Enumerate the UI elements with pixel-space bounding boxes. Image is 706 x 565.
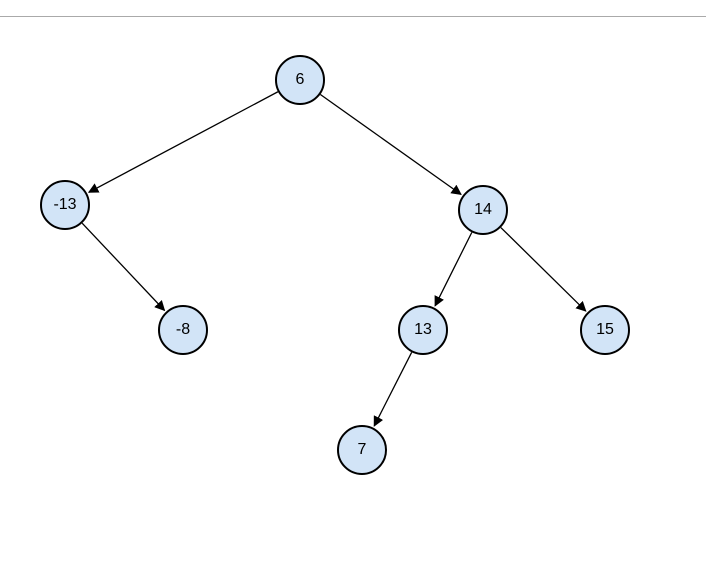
tree-node-value: 13 — [414, 321, 432, 339]
tree-node: -8 — [158, 305, 208, 355]
tree-edge — [320, 94, 461, 194]
tree-node: 14 — [458, 185, 508, 235]
tree-node-root: 6 — [275, 55, 325, 105]
tree-node-value: -8 — [176, 321, 190, 339]
tree-node-value: 15 — [596, 321, 614, 339]
tree-edge — [82, 223, 164, 310]
tree-node: 13 — [398, 305, 448, 355]
tree-edge — [435, 232, 472, 305]
tree-node-value: 14 — [474, 201, 492, 219]
tree-node: -13 — [40, 180, 90, 230]
tree-edge — [374, 352, 411, 426]
tree-node-value: 6 — [296, 71, 305, 89]
tree-node-value: -13 — [53, 196, 76, 214]
tree-edge — [501, 228, 586, 312]
tree-node: 15 — [580, 305, 630, 355]
tree-node-value: 7 — [358, 441, 367, 459]
tree-node: 7 — [337, 425, 387, 475]
tree-edge — [89, 92, 278, 193]
tree-edges-layer — [0, 0, 706, 565]
